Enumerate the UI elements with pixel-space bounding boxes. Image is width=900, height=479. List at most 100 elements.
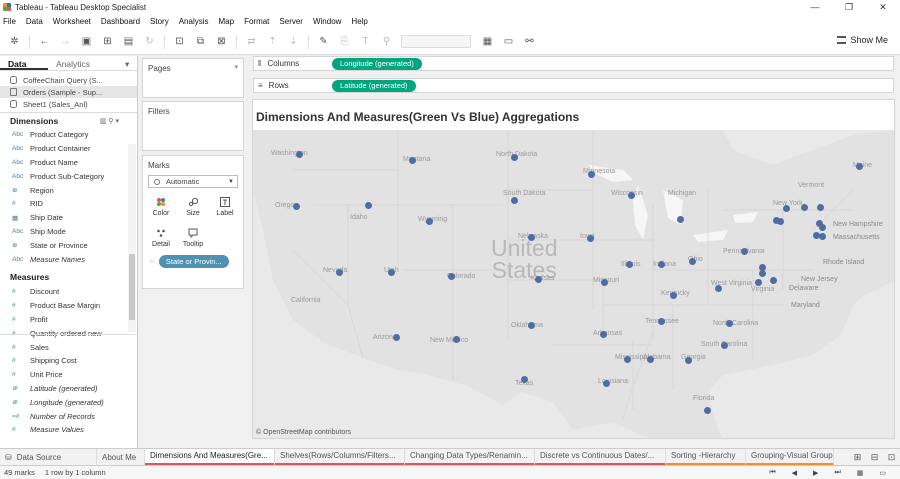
map-mark[interactable] xyxy=(721,342,728,349)
map-mark[interactable] xyxy=(817,204,824,211)
data-source-item[interactable]: Orders (Sample - Sup... xyxy=(0,86,137,98)
close-button[interactable]: ✕ xyxy=(866,0,900,14)
menu-dashboard[interactable]: Dashboard xyxy=(101,17,140,26)
group-members-icon[interactable]: ⎘ xyxy=(338,35,351,48)
map-mark[interactable] xyxy=(658,318,665,325)
menu-story[interactable]: Story xyxy=(150,17,169,26)
map-mark[interactable] xyxy=(521,376,528,383)
map-mark[interactable] xyxy=(336,269,343,276)
columns-shelf[interactable]: ⦀ Columns Longitude (generated) xyxy=(253,56,894,71)
latitude-pill[interactable]: Latitude (generated) xyxy=(332,79,416,92)
next-sheet-icon[interactable]: ▶ xyxy=(813,469,818,477)
tab-view-icon[interactable]: ▭ xyxy=(879,469,886,477)
map-mark[interactable] xyxy=(453,336,460,343)
map-mark[interactable] xyxy=(601,279,608,286)
last-sheet-icon[interactable]: ⏭ xyxy=(834,469,840,477)
color-button[interactable]: Color xyxy=(147,192,175,219)
tab-sorting-hierarchy[interactable]: Sorting -Hierarchy xyxy=(666,448,746,466)
field-ship-date[interactable]: ▦ Ship Date xyxy=(0,211,137,225)
tab-analytics[interactable]: Analytics xyxy=(48,56,96,70)
tab-discrete-vs-continuous[interactable]: Discrete vs Continuous Dates/... xyxy=(535,448,666,466)
map-mark[interactable] xyxy=(670,292,677,299)
first-sheet-icon[interactable]: ⏮ xyxy=(769,469,775,477)
tab-data-source[interactable]: ⛁ Data Source xyxy=(0,448,97,466)
menu-file[interactable]: File xyxy=(3,17,16,26)
field-shipping-cost[interactable]: # Shipping Cost xyxy=(0,354,137,368)
map-mark[interactable] xyxy=(588,171,595,178)
pane-menu-icon[interactable]: ▾ xyxy=(125,56,137,70)
map-mark[interactable] xyxy=(755,279,762,286)
tab-changing-data-types[interactable]: Changing Data Types/Renamin... xyxy=(405,448,535,466)
sort-descending-icon[interactable]: ⇣ xyxy=(287,35,300,48)
field-product-container[interactable]: Abc Product Container xyxy=(0,142,137,156)
map-mark[interactable] xyxy=(528,322,535,329)
map-mark[interactable] xyxy=(600,331,607,338)
maximize-button[interactable]: ❐ xyxy=(832,0,866,14)
previous-sheet-icon[interactable]: ◀ xyxy=(792,469,797,477)
tab-shelves[interactable]: Shelves(Rows/Columns/Filters... xyxy=(275,448,405,466)
map-mark[interactable] xyxy=(535,276,542,283)
map-mark[interactable] xyxy=(587,235,594,242)
fit-dropdown[interactable] xyxy=(401,35,471,48)
data-source-item[interactable]: Sheet1 (Sales_Anl) xyxy=(0,98,137,110)
map-mark[interactable] xyxy=(759,270,766,277)
menu-analysis[interactable]: Analysis xyxy=(179,17,209,26)
pages-card[interactable]: Pages ▾ xyxy=(142,58,244,98)
map-mark[interactable] xyxy=(511,154,518,161)
menu-help[interactable]: Help xyxy=(351,17,367,26)
map-mark[interactable] xyxy=(448,273,455,280)
longitude-pill[interactable]: Longitude (generated) xyxy=(332,57,422,70)
redo-icon[interactable]: → xyxy=(59,35,72,48)
fix-axes-icon[interactable]: ⚲ xyxy=(380,35,393,48)
clear-sheet-icon[interactable]: ⊠ xyxy=(215,35,228,48)
map-mark[interactable] xyxy=(677,216,684,223)
map-mark[interactable] xyxy=(741,248,748,255)
map-mark[interactable] xyxy=(603,380,610,387)
mark-type-dropdown[interactable]: Automatic ▼ xyxy=(148,175,238,188)
map-mark[interactable] xyxy=(393,334,400,341)
map-mark[interactable] xyxy=(626,261,633,268)
field-latitude-generated[interactable]: ⊕ Latitude (generated) xyxy=(0,382,137,396)
map-mark[interactable] xyxy=(715,285,722,292)
map-mark[interactable] xyxy=(658,261,665,268)
map-mark[interactable] xyxy=(426,218,433,225)
map-mark[interactable] xyxy=(293,203,300,210)
map-mark[interactable] xyxy=(801,204,808,211)
menu-data[interactable]: Data xyxy=(26,17,43,26)
pause-updates-icon[interactable]: ▤ xyxy=(122,35,135,48)
refresh-icon[interactable]: ↻ xyxy=(143,35,156,48)
map-mark[interactable] xyxy=(856,163,863,170)
map-mark[interactable] xyxy=(777,218,784,225)
field-measure-names[interactable]: Abc Measure Names xyxy=(0,252,137,266)
map-mark[interactable] xyxy=(388,269,395,276)
state-detail-pill[interactable]: State or Provin... xyxy=(158,255,229,268)
menu-server[interactable]: Server xyxy=(279,17,303,26)
detail-button[interactable]: Detail xyxy=(147,223,175,250)
field-profit[interactable]: # Profit xyxy=(0,313,137,327)
field-ship-mode[interactable]: Abc Ship Mode xyxy=(0,225,137,239)
show-cards-icon[interactable]: ▦ xyxy=(481,35,494,48)
swap-rows-columns-icon[interactable]: ⇄ xyxy=(245,35,258,48)
map-mark[interactable] xyxy=(628,192,635,199)
tab-grouping-visual-group[interactable]: Grouping-Visual Group xyxy=(746,448,834,466)
show-mark-labels-icon[interactable]: T xyxy=(359,35,372,48)
field-state-or-province[interactable]: ⊕ State or Province xyxy=(0,238,137,252)
field-product-base-margin[interactable]: # Product Base Margin xyxy=(0,299,137,313)
map-mark[interactable] xyxy=(704,407,711,414)
scrollbar-thumb[interactable] xyxy=(129,254,135,320)
map-mark[interactable] xyxy=(647,356,654,363)
field-product-name[interactable]: Abc Product Name xyxy=(0,156,137,170)
map-mark[interactable] xyxy=(528,234,535,241)
presentation-mode-icon[interactable]: ▭ xyxy=(502,35,515,48)
map-mark[interactable] xyxy=(770,277,777,284)
field-product-category[interactable]: Abc Product Category xyxy=(0,128,137,142)
find-field-icon[interactable]: ▥ ⚲ ▾ xyxy=(100,117,119,125)
tooltip-button[interactable]: Tooltip xyxy=(179,223,207,250)
minimize-button[interactable]: — xyxy=(798,0,832,14)
map-mark[interactable] xyxy=(819,233,826,240)
field-region[interactable]: ⊕ Region xyxy=(0,183,137,197)
field-rid[interactable]: # RID xyxy=(0,197,137,211)
tableau-start-icon[interactable]: ✲ xyxy=(8,35,21,48)
map-mark[interactable] xyxy=(365,202,372,209)
highlight-icon[interactable]: ✎ xyxy=(317,35,330,48)
